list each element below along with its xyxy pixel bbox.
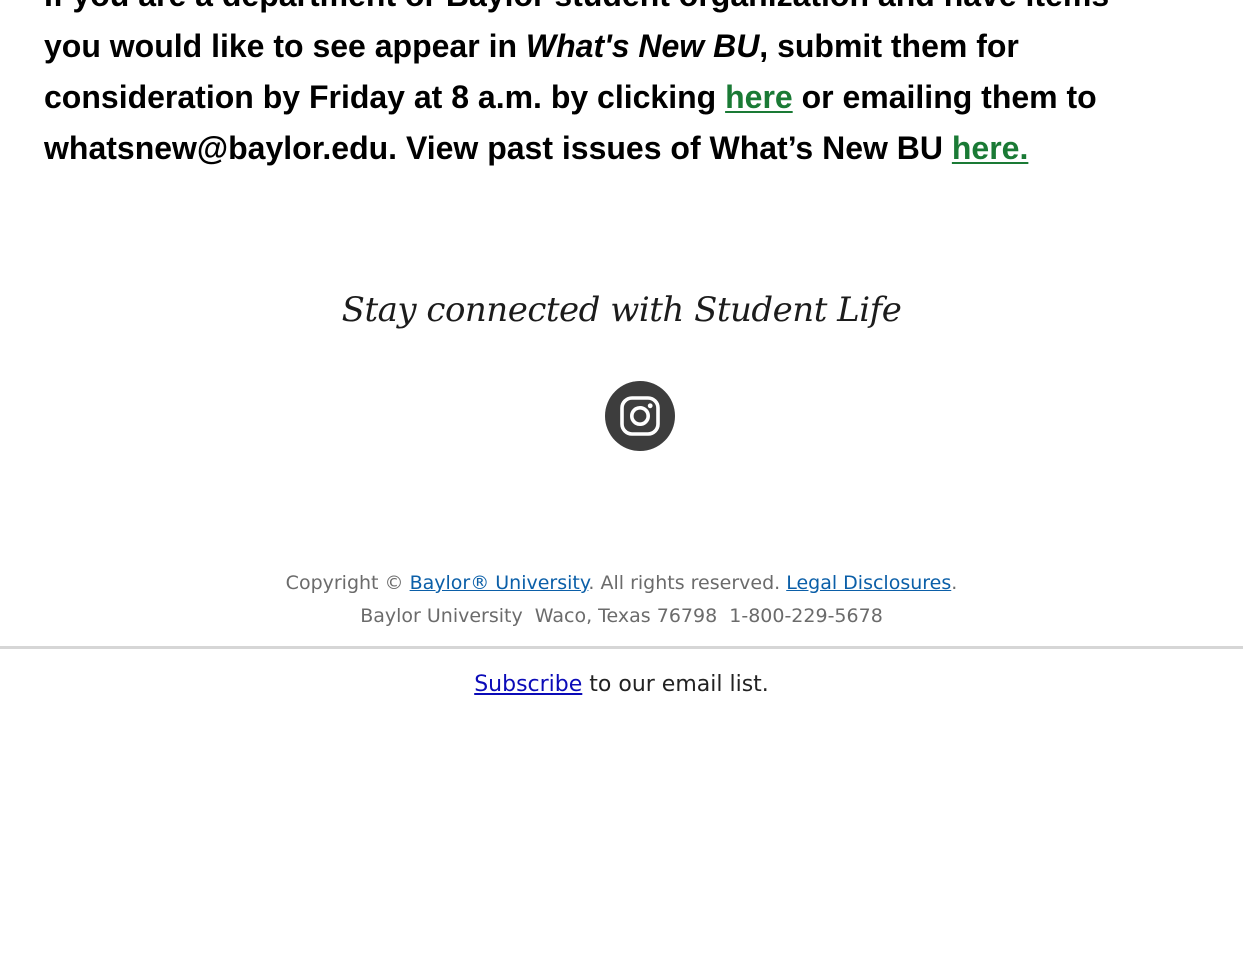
footer-address: Baylor University Waco, Texas 76798 1-80… [360,605,883,627]
legal-disclosures-link[interactable]: Legal Disclosures [786,572,951,594]
legal-suffix: . [951,572,958,594]
footer-copyright: Copyright © Baylor® University. All righ… [0,567,1243,633]
submit-here-link[interactable]: here [725,79,793,115]
social-heading: Stay connected with Student Life [341,290,902,330]
subscribe-text: to our email list. [582,672,769,697]
copyright-prefix: Copyright © [285,572,410,594]
footer-divider [0,646,1243,649]
baylor-university-link[interactable]: Baylor® University [410,572,589,594]
instagram-icon [620,396,660,436]
subscribe-link[interactable]: Subscribe [474,672,582,697]
subscribe-line: Subscribe to our email list. [0,668,1243,702]
instagram-button[interactable] [605,381,675,451]
newsletter-name: What's New BU [525,28,760,64]
intro-line-1: If you are a department or Baylor studen… [44,0,1109,13]
intro-text-before-em: you would like to see appear in [44,28,526,64]
rights-text: . All rights reserved. [588,572,787,594]
copyright-line: Copyright © Baylor® University. All righ… [0,567,1243,600]
submission-notice: If you are a department or Baylor studen… [44,0,1204,174]
past-issues-link[interactable]: here. [952,130,1028,166]
